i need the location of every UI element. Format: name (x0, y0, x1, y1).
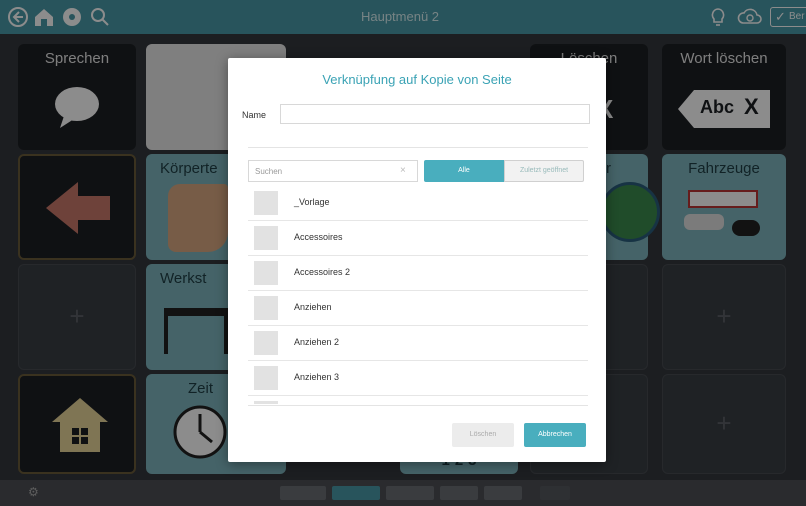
page-thumbnail (254, 296, 278, 320)
dialog-title: Verknüpfung auf Kopie von Seite (322, 72, 512, 87)
clear-search-icon[interactable]: × (400, 165, 406, 176)
cancel-button[interactable]: Abbrechen (524, 423, 586, 447)
page-name: Anziehen 3 (294, 372, 340, 382)
page-list: _Vorlage Accessoires Accessoires 2 Anzie… (248, 186, 588, 404)
page-name: Accessoires 2 (294, 267, 351, 277)
list-item[interactable] (248, 396, 588, 404)
list-item[interactable]: Accessoires 2 (248, 256, 588, 291)
list-item[interactable]: Anziehen (248, 291, 588, 326)
link-copy-dialog: Verknüpfung auf Kopie von Seite Name × A… (228, 58, 606, 462)
page-name: Anziehen (294, 302, 332, 312)
page-thumbnail (254, 261, 278, 285)
page-thumbnail (254, 331, 278, 355)
list-item[interactable]: _Vorlage (248, 186, 588, 221)
page-thumbnail (254, 366, 278, 390)
divider (248, 405, 588, 406)
list-item[interactable]: Anziehen 2 (248, 326, 588, 361)
divider (248, 147, 588, 148)
filter-recent-button[interactable]: Zuletzt geöffnet (504, 160, 584, 182)
list-item[interactable]: Accessoires (248, 221, 588, 256)
delete-button[interactable]: Löschen (452, 423, 514, 447)
page-name: Accessoires (294, 232, 343, 242)
page-thumbnail (254, 191, 278, 215)
list-item[interactable]: Anziehen 3 (248, 361, 588, 396)
page-thumbnail (254, 226, 278, 250)
page-thumbnail (254, 401, 278, 404)
name-input[interactable] (280, 104, 590, 124)
name-label: Name (242, 110, 267, 120)
filter-all-button[interactable]: Alle (424, 160, 504, 182)
page-name: Anziehen 2 (294, 337, 340, 347)
page-name: _Vorlage (294, 197, 330, 207)
search-input[interactable] (248, 160, 418, 182)
